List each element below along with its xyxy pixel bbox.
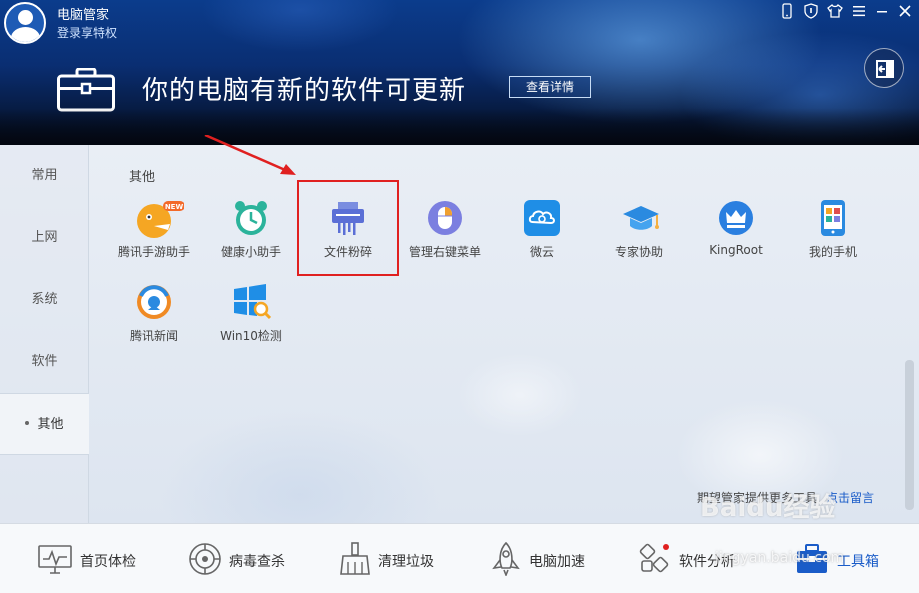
tool-kingroot[interactable]: KingRoot: [687, 200, 785, 270]
leave-message-link[interactable]: 点击留言: [826, 489, 874, 506]
virus-scan-icon: [188, 542, 222, 576]
tool-label: Win10检测: [220, 329, 282, 343]
alarm-clock-icon: [233, 200, 269, 236]
more-tools-hint: 期望管家提供更多工具: [697, 491, 818, 505]
tool-weiyun[interactable]: 微云: [493, 200, 591, 270]
view-details-button[interactable]: 查看详情: [509, 76, 591, 98]
tool-expert-assist[interactable]: 专家协助: [590, 200, 688, 270]
tool-label: KingRoot: [709, 243, 763, 257]
login-link[interactable]: 登录享特权: [57, 24, 117, 41]
tool-label: 专家协助: [614, 245, 663, 259]
nav-toolbox[interactable]: 工具箱: [795, 542, 905, 576]
tool-label: 文件粉碎: [323, 245, 372, 259]
skin-shirt-icon[interactable]: [827, 3, 843, 19]
toolbox-icon: [795, 542, 829, 576]
update-headline: 你的电脑有新的软件可更新: [142, 76, 467, 106]
tool-label: 微云: [529, 245, 554, 259]
nav-virus-scan[interactable]: 病毒查杀: [188, 542, 298, 576]
shredder-icon: [330, 200, 366, 236]
sidebar-item-other[interactable]: 其他: [0, 393, 89, 455]
menu-icon[interactable]: [851, 3, 867, 19]
mouse-icon: [427, 200, 463, 236]
section-title: 其他: [129, 170, 156, 185]
phone-icon: [815, 200, 851, 236]
avatar-body: [11, 27, 40, 42]
nav-label: 工具箱: [837, 554, 879, 570]
sidebar-item-common[interactable]: 常用: [0, 145, 89, 207]
close-icon[interactable]: [897, 3, 913, 19]
news-icon: [136, 284, 172, 320]
phone-icon[interactable]: [779, 3, 795, 19]
tool-context-menu-manager[interactable]: 管理右键菜单: [396, 200, 494, 270]
nav-software-analysis[interactable]: 软件分析: [638, 542, 748, 576]
software-analysis-icon: [638, 542, 672, 576]
rocket-icon: [489, 541, 523, 578]
sidebar-item-system[interactable]: 系统: [0, 269, 89, 331]
sidebar-item-label: 软件: [31, 354, 58, 369]
nav-label: 病毒查杀: [229, 554, 285, 570]
nav-label: 首页体检: [80, 554, 136, 570]
sidebar-item-software[interactable]: 软件: [0, 331, 89, 393]
avatar-head: [18, 10, 33, 25]
tool-label: 腾讯新闻: [129, 329, 178, 343]
nav-home-checkup[interactable]: 首页体检: [38, 542, 148, 576]
crown-icon: [718, 200, 754, 236]
tool-my-phone[interactable]: 我的手机: [784, 200, 882, 270]
scrollbar[interactable]: [905, 360, 914, 510]
graduation-cap-icon: [621, 200, 659, 236]
sidebar-item-label: 其他: [37, 417, 64, 432]
nav-clean-junk[interactable]: 清理垃圾: [338, 542, 448, 576]
tool-label: 管理右键菜单: [408, 245, 481, 259]
monitor-checkup-icon: [38, 542, 72, 576]
bottom-nav: 首页体检 病毒查杀 清理垃圾 电脑加速 软件分析 工具箱: [0, 523, 919, 593]
collapse-panel-button[interactable]: [864, 48, 904, 88]
tool-tencent-news[interactable]: 腾讯新闻: [105, 284, 203, 354]
tool-health-assistant[interactable]: 健康小助手: [202, 200, 300, 270]
nav-speed-up[interactable]: 电脑加速: [489, 541, 599, 578]
active-dot-icon: [25, 420, 30, 425]
game-assistant-icon: NEW: [136, 200, 185, 238]
tool-file-shredder[interactable]: 文件粉碎: [299, 200, 397, 270]
broom-icon: [338, 542, 372, 576]
sidebar-item-label: 常用: [31, 168, 58, 183]
minimize-icon[interactable]: [874, 3, 890, 19]
tool-label: 健康小助手: [220, 245, 281, 259]
category-sidebar: 常用 上网 系统 软件 其他: [0, 145, 89, 523]
tool-game-assistant[interactable]: NEW 腾讯手游助手: [105, 200, 203, 270]
sidebar-item-label: 上网: [31, 230, 58, 245]
new-badge: NEW: [165, 203, 184, 211]
user-avatar[interactable]: [4, 2, 46, 44]
tool-label: 腾讯手游助手: [117, 245, 190, 259]
main-panel: 常用 上网 系统 软件 其他 其他 NEW 腾讯手游助手 健康小助手 文件粉碎 …: [0, 135, 919, 523]
shield-icon[interactable]: [803, 3, 819, 19]
sidebar-item-internet[interactable]: 上网: [0, 207, 89, 269]
tool-win10-check[interactable]: Win10检测: [202, 284, 300, 354]
app-name: 电脑管家: [57, 8, 110, 23]
sidebar-item-label: 系统: [31, 292, 58, 307]
toolbox-large-icon: [57, 67, 115, 116]
tool-label: 我的手机: [808, 245, 857, 259]
nav-label: 电脑加速: [529, 554, 585, 570]
annotation-arrow: [204, 135, 296, 175]
weiyun-cloud-icon: [524, 200, 560, 236]
windows-check-icon: [233, 284, 272, 320]
header-banner: 电脑管家 登录享特权 你的电脑有新的软件可更新 查看详情: [0, 0, 919, 145]
exit-panel-icon: [876, 60, 894, 78]
nav-label: 清理垃圾: [378, 554, 434, 570]
nav-label: 软件分析: [679, 554, 735, 570]
